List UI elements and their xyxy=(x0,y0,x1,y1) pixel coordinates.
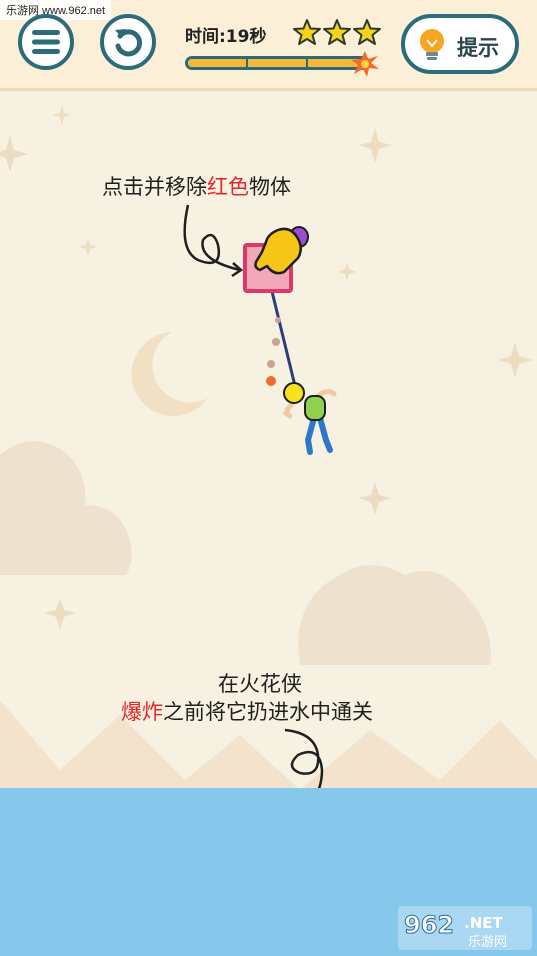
cloud-left xyxy=(0,441,132,575)
instruction-text: 点击并移除 xyxy=(102,175,207,199)
progress-tick xyxy=(306,59,308,67)
progress-fill xyxy=(188,59,362,67)
watermark-logo: 962 .NET 乐游网 xyxy=(398,906,532,950)
rating-stars xyxy=(293,19,381,45)
hint-label: 提示 xyxy=(457,36,499,60)
instruction-highlight: 红色 xyxy=(207,175,249,199)
instruction-text: 之前将它扔进水中通关 xyxy=(163,700,373,724)
crescent-moon-icon xyxy=(131,332,208,416)
hint-button[interactable]: 提示 xyxy=(401,14,519,74)
timer-text: 时间:19秒 xyxy=(185,27,267,47)
instruction-text: 物体 xyxy=(249,175,291,199)
watermark-brand: 962 xyxy=(404,911,454,939)
spark-hero-character xyxy=(282,382,337,455)
curved-arrow-icon xyxy=(183,204,244,278)
star-icon xyxy=(323,19,351,45)
instruction-tap-remove: 点击并移除红色物体 xyxy=(102,171,291,201)
lightbulb-icon xyxy=(420,29,444,60)
fuse-progress-bar xyxy=(185,56,370,70)
spark-icon xyxy=(266,376,276,386)
star-icon xyxy=(293,19,321,45)
watermark-site-name: 乐游网 xyxy=(468,935,507,950)
restart-icon xyxy=(115,29,143,57)
progress-tick xyxy=(246,59,248,67)
menu-button[interactable] xyxy=(18,14,74,70)
fuse-spark-icon xyxy=(351,51,379,77)
instruction-highlight: 爆炸 xyxy=(121,700,163,724)
instruction-line2: 在火花侠 xyxy=(218,672,302,696)
watermark-tld: .NET xyxy=(464,914,503,932)
pointing-hand-icon xyxy=(254,226,309,275)
star-icon xyxy=(353,19,381,45)
restart-button[interactable] xyxy=(100,14,156,70)
menu-icon xyxy=(32,30,60,54)
cloud-right xyxy=(298,565,491,665)
instruction-throw-into-water: 爆炸之前将它扔进水中通关 xyxy=(121,696,373,726)
